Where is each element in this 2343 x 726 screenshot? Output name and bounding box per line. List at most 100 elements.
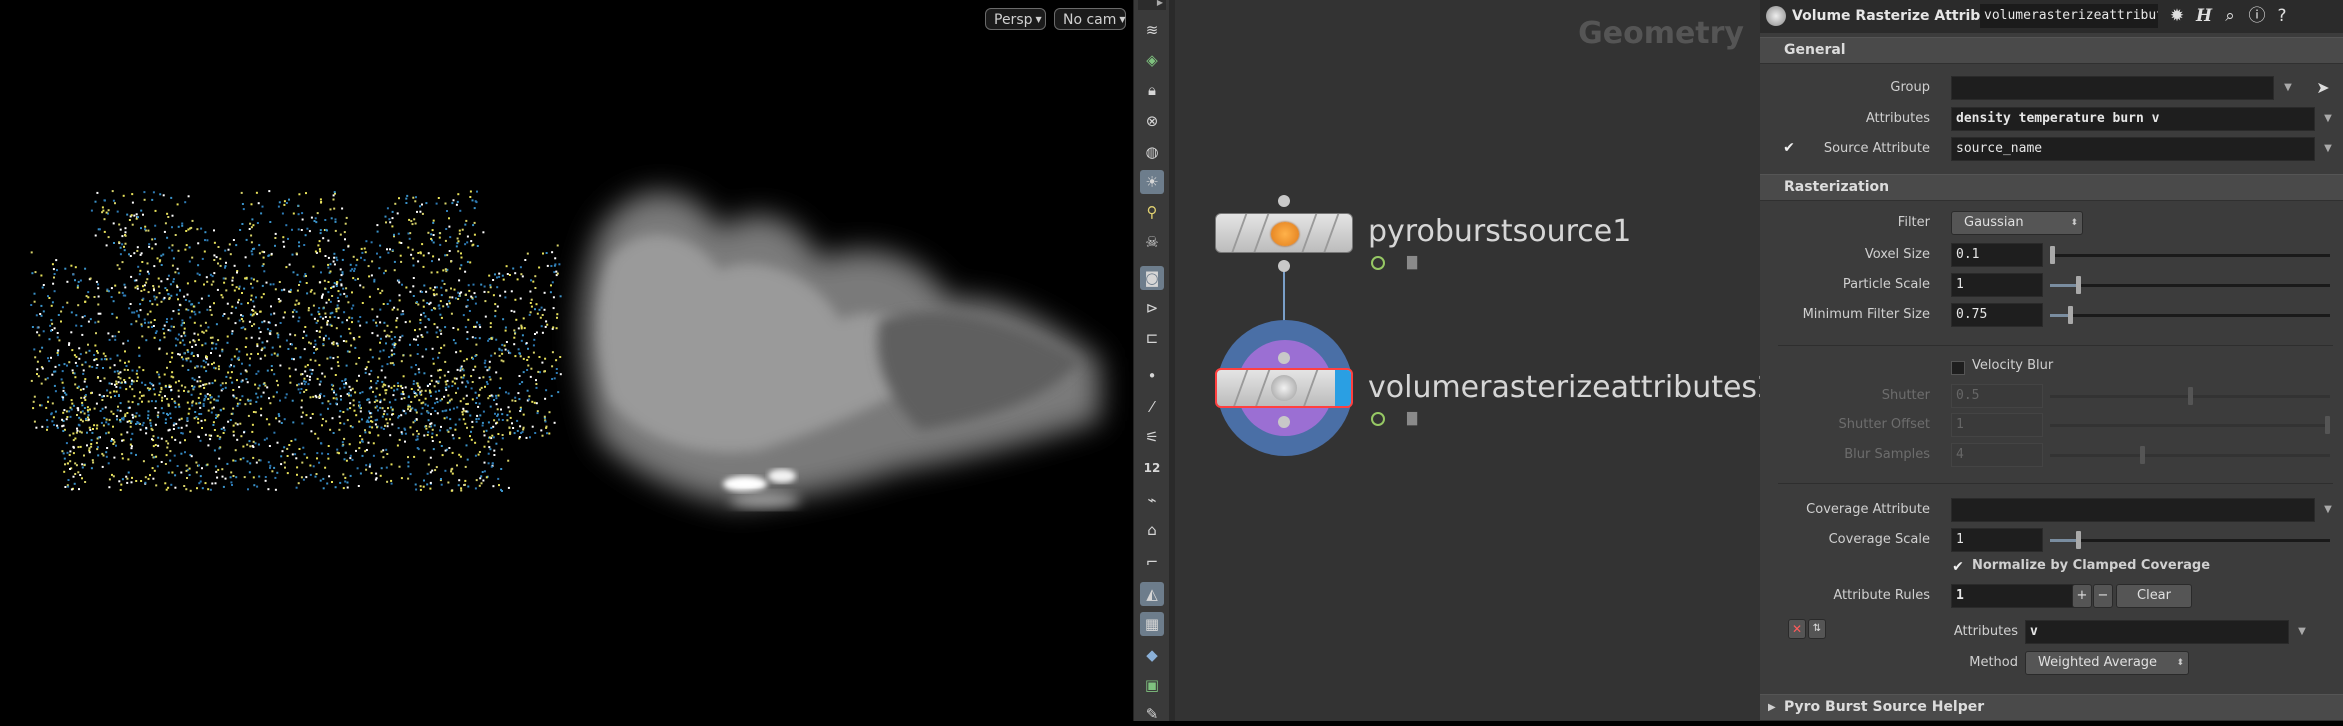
min-filter-field[interactable]: 0.75 bbox=[1951, 303, 2043, 327]
input-port[interactable] bbox=[1278, 195, 1290, 207]
number-icon[interactable]: 12 bbox=[1140, 456, 1164, 480]
coverage-attribute-dropdown-arrow[interactable]: ▼ bbox=[2318, 498, 2338, 522]
light-bulb-icon[interactable]: ⚲ bbox=[1140, 200, 1164, 224]
node-name-label[interactable]: pyroburstsource1 bbox=[1368, 214, 1631, 249]
group-field[interactable] bbox=[1951, 76, 2274, 100]
camera-label: No cam bbox=[1063, 12, 1117, 28]
paint-icon[interactable]: ✎ bbox=[1140, 702, 1164, 726]
broom-icon[interactable]: ⌁ bbox=[1140, 488, 1164, 512]
background-icon[interactable]: ▣ bbox=[1140, 673, 1164, 697]
scene-viewport[interactable]: Persp ▼ No cam ▼ bbox=[0, 0, 1133, 721]
attributes-field[interactable]: density temperature burn v bbox=[1951, 107, 2315, 131]
output-port[interactable] bbox=[1278, 416, 1290, 428]
camera-icon[interactable]: ◙ bbox=[1140, 266, 1164, 290]
lock-icon[interactable]: 🔒︎ bbox=[1140, 78, 1164, 102]
source-attribute-dropdown-arrow[interactable]: ▼ bbox=[2318, 137, 2338, 161]
lock-icon[interactable]: ▇ bbox=[1407, 412, 1423, 426]
select-arrow-icon[interactable]: ➤ bbox=[2312, 76, 2334, 100]
node-name-label[interactable]: volumerasterizeattributes2 bbox=[1368, 370, 1776, 405]
ghost-icon[interactable]: ⊗ bbox=[1140, 109, 1164, 133]
min-filter-label: Minimum Filter Size bbox=[1802, 307, 1930, 322]
view-tool-icon[interactable]: ≋ bbox=[1140, 18, 1164, 42]
lock-icon[interactable]: ▇ bbox=[1407, 256, 1423, 270]
shutter-offset-slider-handle[interactable] bbox=[2325, 416, 2330, 434]
grid-icon[interactable]: ▦ bbox=[1140, 612, 1164, 636]
coverage-scale-slider[interactable] bbox=[2050, 539, 2330, 542]
scene-tool-icon[interactable]: ◈ bbox=[1140, 48, 1164, 72]
particle-burst bbox=[30, 190, 562, 492]
clear-rules-button[interactable]: Clear bbox=[2116, 584, 2192, 608]
attribute-rules-count-field[interactable]: 1 bbox=[1951, 584, 2083, 608]
filter-menu[interactable]: Gaussian ⬍ bbox=[1951, 211, 2083, 235]
blur-samples-slider-handle[interactable] bbox=[2140, 446, 2145, 464]
coverage-attribute-field[interactable] bbox=[1951, 498, 2315, 522]
blur-samples-field[interactable]: 4 bbox=[1951, 443, 2043, 467]
rule-attributes-dropdown-arrow[interactable]: ▼ bbox=[2292, 620, 2312, 644]
input-port[interactable] bbox=[1278, 352, 1290, 364]
rule-attributes-label: Attributes bbox=[1953, 624, 2018, 639]
camera-menu-button[interactable]: No cam ▼ bbox=[1054, 8, 1126, 30]
time-dependent-icon bbox=[1371, 412, 1385, 426]
parameter-editor: Volume Rasterize Attributes volumeraster… bbox=[1760, 0, 2343, 721]
section-pyro-helper[interactable]: ▶ Pyro Burst Source Helper bbox=[1760, 694, 2343, 721]
coverage-scale-slider-handle[interactable] bbox=[2076, 531, 2081, 549]
point-icon[interactable]: • bbox=[1140, 364, 1164, 388]
section-rasterization[interactable]: Rasterization bbox=[1760, 174, 2343, 201]
particle-scale-slider-handle[interactable] bbox=[2076, 276, 2081, 294]
display-flag[interactable] bbox=[1335, 370, 1351, 406]
particle-scale-slider[interactable] bbox=[2050, 284, 2330, 287]
blur-samples-label: Blur Samples bbox=[1844, 447, 1930, 462]
help-icon[interactable]: ? bbox=[2270, 4, 2294, 28]
info-icon[interactable]: ⓘ bbox=[2245, 4, 2269, 28]
bucket-icon[interactable]: ⌂ bbox=[1140, 518, 1164, 542]
expand-arrow-icon: ▶ bbox=[1768, 702, 1776, 713]
render-icon[interactable]: ⊏ bbox=[1140, 326, 1164, 350]
remove-rule-button[interactable]: − bbox=[2093, 584, 2113, 608]
add-rule-button[interactable]: + bbox=[2072, 584, 2092, 608]
gear-icon[interactable]: ✹ bbox=[2165, 4, 2189, 28]
dropper-icon[interactable]: ⚟ bbox=[1140, 425, 1164, 449]
method-menu[interactable]: Weighted Average ⬍ bbox=[2025, 651, 2189, 675]
node-pyroburstsource1[interactable] bbox=[1215, 213, 1353, 253]
source-attribute-field[interactable]: source_name bbox=[1951, 137, 2315, 161]
brush-icon[interactable]: ⁄ bbox=[1140, 395, 1164, 419]
normalize-label: Normalize by Clamped Coverage bbox=[1972, 558, 2211, 573]
updown-arrow-icon: ⬍ bbox=[2176, 658, 2184, 668]
viewport-toolbar: ▶ ≋ ◈ 🔒︎ ⊗ ◍ ☀ ⚲ ☠ ◙ ⊳ ⊏ • ⁄ ⚟ 12 ⌁ ⌂ ⌐ … bbox=[1133, 0, 1170, 723]
divider bbox=[1778, 483, 2333, 484]
voxel-size-slider[interactable] bbox=[2050, 254, 2330, 257]
velocity-blur-checkbox[interactable] bbox=[1951, 361, 1965, 375]
perspective-menu-button[interactable]: Persp ▼ bbox=[985, 8, 1046, 30]
attributes-dropdown-arrow[interactable]: ▼ bbox=[2318, 107, 2338, 131]
flipbook-icon[interactable]: ⊳ bbox=[1140, 296, 1164, 320]
particle-scale-field[interactable]: 1 bbox=[1951, 273, 2043, 297]
skull-icon[interactable]: ☠ bbox=[1140, 230, 1164, 254]
output-port[interactable] bbox=[1278, 260, 1290, 272]
min-filter-slider-handle[interactable] bbox=[2068, 306, 2073, 324]
light-icon[interactable]: ☀ bbox=[1140, 170, 1164, 194]
search-icon[interactable]: ⌕ bbox=[2218, 4, 2242, 28]
node-volumerasterizeattributes2[interactable] bbox=[1215, 368, 1353, 408]
voxel-size-field[interactable]: 0.1 bbox=[1951, 243, 2043, 267]
shutter-label: Shutter bbox=[1881, 388, 1930, 403]
shutter-slider-handle[interactable] bbox=[2188, 387, 2193, 405]
network-editor[interactable]: Geometry pyroburstsource1 ▇ volumeraster… bbox=[1175, 0, 1776, 721]
section-general[interactable]: General bbox=[1760, 37, 2343, 64]
group-dropdown-arrow[interactable]: ▼ bbox=[2278, 76, 2298, 100]
snap-icon[interactable]: ◭ bbox=[1140, 582, 1164, 606]
shading-icon[interactable]: ◍ bbox=[1140, 140, 1164, 164]
coverage-scale-field[interactable]: 1 bbox=[1951, 528, 2043, 552]
display-icon[interactable]: ◆ bbox=[1140, 643, 1164, 667]
shutter-offset-field[interactable]: 1 bbox=[1951, 413, 2043, 437]
node-name-field[interactable]: volumerasterizeattribute bbox=[1980, 4, 2158, 28]
rule-attributes-field[interactable]: v bbox=[2025, 620, 2289, 644]
toolbar-collapse-handle[interactable]: ▶ bbox=[1138, 0, 1166, 10]
min-filter-slider[interactable] bbox=[2050, 314, 2330, 317]
normalize-checkbox[interactable]: ✔ bbox=[1951, 560, 1965, 575]
corner-icon[interactable]: ⌐ bbox=[1140, 550, 1164, 574]
blur-samples-slider[interactable] bbox=[2050, 454, 2330, 457]
shutter-field[interactable]: 0.5 bbox=[1951, 384, 2043, 408]
voxel-size-slider-handle[interactable] bbox=[2050, 246, 2055, 264]
houdini-help-icon[interactable]: H bbox=[2192, 4, 2216, 28]
shutter-offset-slider[interactable] bbox=[2050, 424, 2330, 427]
